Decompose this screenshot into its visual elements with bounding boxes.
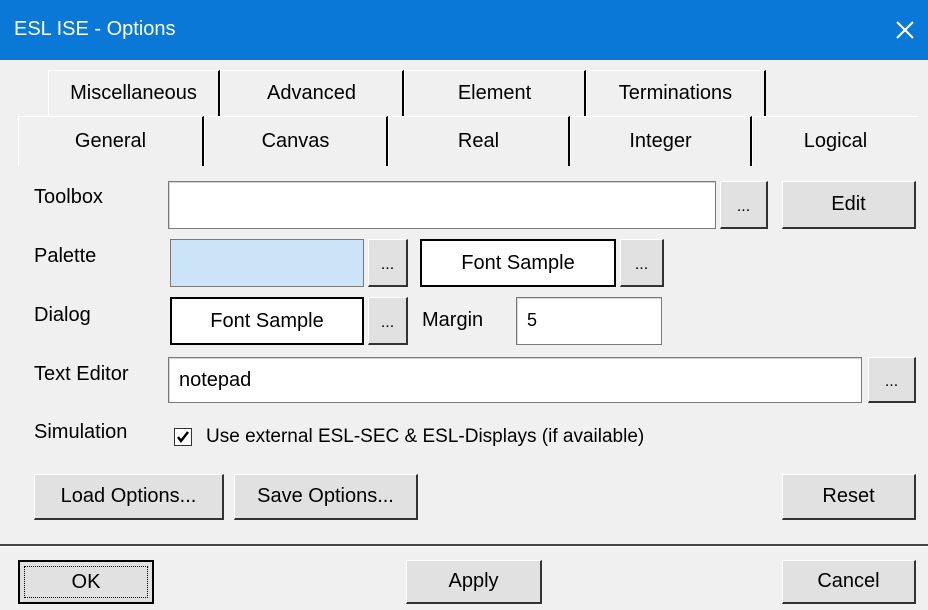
ok-button[interactable]: OK (18, 560, 154, 604)
close-icon (896, 21, 914, 39)
dialog-font-sample: Font Sample (170, 297, 364, 345)
palette-label: Palette (34, 245, 97, 267)
tab-terminations[interactable]: Terminations (586, 70, 766, 116)
footer-separator (0, 544, 928, 547)
text-editor-label: Text Editor (34, 363, 129, 385)
tab-logical[interactable]: Logical (752, 116, 918, 166)
simulation-checkbox-label[interactable]: Use external ESL-SEC & ESL-Displays (if … (206, 426, 644, 448)
margin-label: Margin (422, 309, 484, 331)
palette-color-browse-button[interactable]: ... (368, 239, 408, 287)
save-options-button[interactable]: Save Options... (234, 474, 418, 520)
dialog-label: Dialog (34, 304, 91, 326)
toolbox-input[interactable] (168, 181, 716, 229)
tab-advanced[interactable]: Advanced (220, 70, 404, 116)
window-title: ESL ISE - Options (14, 18, 176, 40)
toolbox-browse-button[interactable]: ... (720, 181, 768, 229)
tab-canvas[interactable]: Canvas (204, 116, 388, 166)
cancel-button[interactable]: Cancel (782, 560, 916, 604)
reset-button[interactable]: Reset (782, 474, 916, 520)
palette-font-browse-button[interactable]: ... (620, 239, 664, 287)
simulation-checkbox[interactable] (174, 428, 192, 446)
text-editor-value: notepad (179, 368, 252, 391)
toolbox-label: Toolbox (34, 186, 103, 208)
tab-real[interactable]: Real (388, 116, 570, 166)
tab-general[interactable]: General (18, 116, 204, 166)
margin-value: 5 (527, 310, 538, 330)
palette-color-swatch[interactable] (170, 239, 364, 287)
text-editor-browse-button[interactable]: ... (868, 357, 916, 403)
toolbox-edit-button[interactable]: Edit (782, 181, 916, 229)
tab-miscellaneous[interactable]: Miscellaneous (48, 70, 220, 116)
apply-button[interactable]: Apply (406, 560, 542, 604)
palette-font-sample: Font Sample (420, 239, 616, 287)
tab-integer[interactable]: Integer (570, 116, 752, 166)
checkmark-icon (177, 431, 189, 444)
simulation-label: Simulation (34, 421, 128, 443)
tab-element[interactable]: Element (404, 70, 586, 116)
close-button[interactable] (882, 8, 928, 52)
dialog-font-browse-button[interactable]: ... (368, 297, 408, 345)
load-options-button[interactable]: Load Options... (34, 474, 224, 520)
text-editor-input[interactable]: notepad (168, 357, 862, 403)
margin-input[interactable]: 5 (516, 297, 662, 345)
